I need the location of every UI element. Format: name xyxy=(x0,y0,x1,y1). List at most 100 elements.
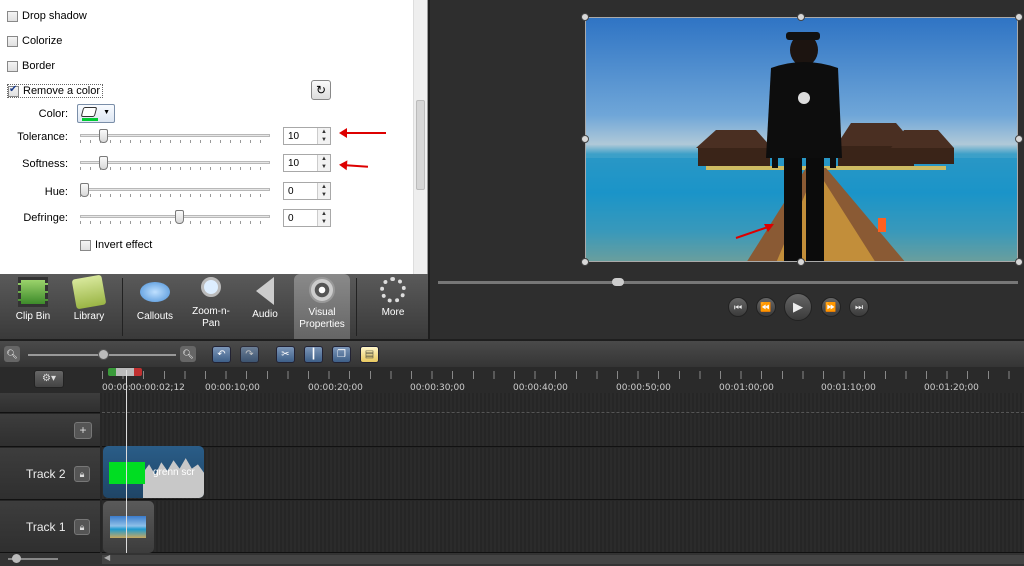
clip-beach-image[interactable] xyxy=(103,501,154,553)
checkbox-box[interactable] xyxy=(7,60,18,72)
drop-shadow-checkbox[interactable]: Drop shadow xyxy=(7,10,87,22)
paste-button[interactable]: ▤ xyxy=(360,346,379,363)
track-header-2: Track 2 🔒︎ xyxy=(0,448,100,500)
checkbox-box[interactable] xyxy=(7,35,18,47)
horizontal-scrollbar[interactable]: ◀ xyxy=(102,553,1024,564)
properties-scrollbar[interactable] xyxy=(413,0,427,274)
slider-knob[interactable] xyxy=(99,156,108,170)
add-track-row: + xyxy=(0,414,100,447)
ruler-label: 00:00:20;00 xyxy=(308,383,363,393)
task-tabs: Clip Bin Library Callouts Zoom-n- Pan Au… xyxy=(0,274,428,339)
time-ruler[interactable]: ⚙▾ 00:00:00;00 00:00:02;12 00:00:10;00 0… xyxy=(0,367,1024,393)
softness-label: Softness: xyxy=(22,158,68,170)
preview-canvas[interactable] xyxy=(585,17,1018,262)
slider-knob[interactable] xyxy=(80,183,89,197)
checkbox-box[interactable] xyxy=(7,10,18,22)
slider-knob[interactable] xyxy=(98,349,109,360)
tab-audio[interactable]: Audio xyxy=(240,274,290,339)
spin-arrows[interactable]: ▲ ▼ xyxy=(317,183,330,199)
defringe-input[interactable]: 0 ▲ ▼ xyxy=(283,209,331,227)
tolerance-value[interactable]: 10 xyxy=(288,131,299,142)
scrubber-knob[interactable] xyxy=(612,278,624,286)
reset-button[interactable]: ↻ xyxy=(311,80,331,100)
colorize-checkbox[interactable]: Colorize xyxy=(7,35,62,47)
tab-more[interactable]: More xyxy=(366,274,420,339)
visual-properties-icon xyxy=(309,277,335,303)
remove-color-checkbox[interactable]: Remove a color xyxy=(7,84,104,98)
redo-button[interactable]: ↷ xyxy=(240,346,259,363)
undo-button[interactable]: ↶ xyxy=(212,346,231,363)
film-strip-icon xyxy=(18,277,48,307)
add-track-button[interactable]: + xyxy=(74,422,92,439)
skip-back-button[interactable]: ⏮ xyxy=(728,297,748,317)
tab-clip-bin[interactable]: Clip Bin xyxy=(8,274,58,339)
scroll-left-icon[interactable]: ◀ xyxy=(104,553,110,562)
speaker-icon xyxy=(256,277,274,305)
fast-forward-button[interactable]: ⏩ xyxy=(821,297,841,317)
checkbox-box[interactable] xyxy=(8,84,19,97)
tolerance-input[interactable]: 10 ▲ ▼ xyxy=(283,127,331,145)
zoom-out-icon[interactable]: 🔍︎ xyxy=(4,346,20,362)
tab-library[interactable]: Library xyxy=(62,274,116,339)
resize-handle[interactable] xyxy=(1015,13,1023,21)
resize-handle[interactable] xyxy=(1015,135,1023,143)
resize-handle[interactable] xyxy=(581,258,589,266)
checkbox-label: Border xyxy=(22,60,56,72)
resize-handle[interactable] xyxy=(581,13,589,21)
timeline-bottom-bar: ◀ xyxy=(0,553,1024,566)
play-button[interactable]: ▶ xyxy=(784,293,812,321)
spin-arrows[interactable]: ▲ ▼ xyxy=(317,128,330,144)
defringe-slider[interactable] xyxy=(80,210,270,224)
tab-visual-properties[interactable]: Visual Properties xyxy=(294,274,350,339)
tolerance-label: Tolerance: xyxy=(17,131,68,143)
slider-knob[interactable] xyxy=(175,210,184,224)
ruler-label: 00:00:50;00 xyxy=(616,383,671,393)
slider-knob[interactable] xyxy=(99,129,108,143)
softness-value[interactable]: 10 xyxy=(288,158,299,169)
spin-arrows[interactable]: ▲ ▼ xyxy=(317,210,330,226)
tolerance-slider[interactable] xyxy=(80,129,270,143)
timeline-zoom-slider[interactable] xyxy=(28,349,176,360)
color-swatch xyxy=(82,118,98,121)
clip-green-screen[interactable]: grenn scr xyxy=(103,446,204,498)
softness-slider[interactable] xyxy=(80,156,270,170)
resize-handle[interactable] xyxy=(1015,258,1023,266)
track-label: Track 2 xyxy=(26,467,66,481)
resize-handle[interactable] xyxy=(581,135,589,143)
color-picker-dropdown[interactable]: ▼ xyxy=(77,104,115,123)
skip-forward-button[interactable]: ⏭ xyxy=(849,297,869,317)
resize-handle[interactable] xyxy=(797,13,805,21)
tab-label: Audio xyxy=(252,309,278,320)
scrollbar-thumb[interactable] xyxy=(416,100,425,190)
zoom-in-icon[interactable]: 🔍︎ xyxy=(180,346,196,362)
softness-input[interactable]: 10 ▲ ▼ xyxy=(283,154,331,172)
lock-icon[interactable]: 🔒︎ xyxy=(74,466,90,482)
track-header-1: Track 1 🔒︎ xyxy=(0,501,100,553)
hue-slider[interactable] xyxy=(80,183,270,197)
fast-forward-icon: ⏩ xyxy=(825,302,837,312)
track-height-slider[interactable] xyxy=(8,554,58,563)
tab-zoom-n-pan[interactable]: Zoom-n- Pan xyxy=(186,274,236,339)
slider-knob[interactable] xyxy=(12,554,21,563)
visual-properties-panel: Drop shadow Colorize Border Remove a col… xyxy=(0,0,428,274)
hue-input[interactable]: 0 ▲ ▼ xyxy=(283,182,331,200)
hue-value[interactable]: 0 xyxy=(288,186,294,197)
spin-arrows[interactable]: ▲ ▼ xyxy=(317,155,330,171)
resize-handle[interactable] xyxy=(797,258,805,266)
tab-callouts[interactable]: Callouts xyxy=(128,274,182,339)
split-button[interactable]: ┃ xyxy=(304,346,323,363)
rewind-button[interactable]: ⏪ xyxy=(756,297,776,317)
border-checkbox[interactable]: Border xyxy=(7,60,55,72)
copy-button[interactable]: ❐ xyxy=(332,346,351,363)
preview-scrubber[interactable] xyxy=(438,278,1018,286)
cut-button[interactable]: ✂ xyxy=(276,346,295,363)
defringe-value[interactable]: 0 xyxy=(288,213,294,224)
tab-separator xyxy=(356,278,357,336)
track-options-button[interactable]: ⚙▾ xyxy=(34,370,64,388)
ruler-label: 00:00:40;00 xyxy=(513,383,568,393)
selection-marker[interactable] xyxy=(108,368,142,376)
invert-effect-checkbox[interactable]: Invert effect xyxy=(80,239,152,251)
checkbox-box[interactable] xyxy=(80,239,91,251)
lock-icon[interactable]: 🔒︎ xyxy=(74,519,90,535)
playhead[interactable] xyxy=(126,370,127,553)
